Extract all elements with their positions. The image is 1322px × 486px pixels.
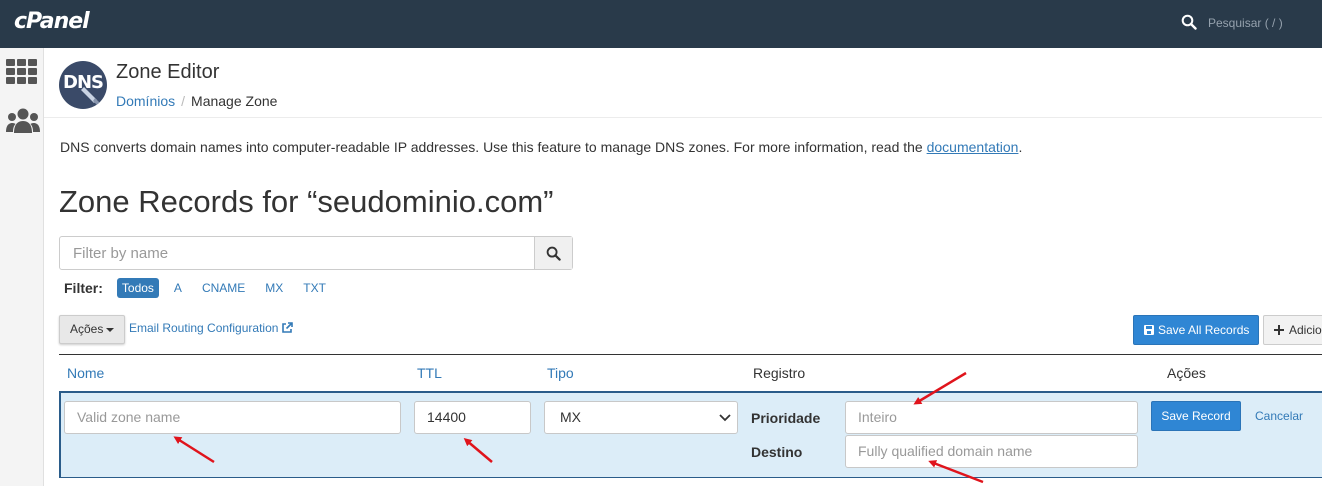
description-text: DNS converts domain names into computer-… xyxy=(60,139,927,155)
breadcrumb: Domínios / Manage Zone xyxy=(116,93,277,109)
cancel-link[interactable]: Cancelar xyxy=(1255,409,1303,423)
add-record-label: Adicionar xyxy=(1289,323,1322,337)
wrench-icon xyxy=(81,87,102,107)
email-routing-label: Email Routing Configuration xyxy=(129,321,279,335)
priority-label: Prioridade xyxy=(751,410,821,426)
save-all-records-label: Save All Records xyxy=(1158,323,1250,337)
search-icon[interactable] xyxy=(1181,14,1197,30)
record-name-input[interactable]: Valid zone name xyxy=(64,401,401,434)
actions-dropdown-button[interactable]: Ações xyxy=(59,315,125,344)
actions-dropdown-label: Ações xyxy=(70,322,104,336)
filter-by-name-input[interactable] xyxy=(60,237,535,269)
save-all-records-button[interactable]: Save All Records xyxy=(1133,315,1259,345)
grid-icon[interactable] xyxy=(6,59,37,85)
search-icon xyxy=(546,246,561,261)
documentation-link[interactable]: documentation xyxy=(927,139,1019,155)
chevron-down-icon xyxy=(719,414,731,422)
table-divider xyxy=(59,354,1322,355)
column-header-ttl[interactable]: TTL xyxy=(417,365,442,381)
destination-label: Destino xyxy=(751,444,803,460)
page-title: Zone Editor xyxy=(116,61,220,83)
zone-records-heading: Zone Records for “seudominio.com” xyxy=(59,184,554,219)
column-header-type[interactable]: Tipo xyxy=(547,365,574,381)
save-record-button[interactable]: Save Record xyxy=(1151,401,1241,431)
page-header: DNS Zone Editor Domínios / Manage Zone xyxy=(44,48,1322,118)
record-type-value: MX xyxy=(560,409,581,425)
column-header-name[interactable]: Nome xyxy=(67,365,104,381)
external-link-icon xyxy=(282,322,294,333)
add-record-button[interactable]: Adicionar xyxy=(1263,315,1322,345)
plus-icon xyxy=(1274,325,1284,335)
filter-type-row: Filter: Todos A CNAME MX TXT xyxy=(64,277,341,299)
breadcrumb-current: Manage Zone xyxy=(191,93,278,109)
cpanel-logo[interactable]: cPanel xyxy=(14,9,90,34)
column-header-record: Registro xyxy=(753,365,806,381)
filter-search-button[interactable] xyxy=(534,237,572,269)
breadcrumb-separator: / xyxy=(181,93,186,109)
filter-label: Filter: xyxy=(64,280,103,296)
record-type-select[interactable]: MX xyxy=(544,401,738,434)
filter-option-mx[interactable]: MX xyxy=(260,278,288,298)
dns-icon: DNS xyxy=(59,61,107,109)
email-routing-link[interactable]: Email Routing Configuration xyxy=(129,321,294,335)
filter-option-todos[interactable]: Todos xyxy=(116,278,159,298)
filter-search xyxy=(59,236,573,270)
column-header-actions: Ações xyxy=(1167,365,1206,381)
filter-option-a[interactable]: A xyxy=(169,278,187,298)
search-input[interactable]: Pesquisar ( / ) xyxy=(1208,16,1283,30)
breadcrumb-link-domains[interactable]: Domínios xyxy=(116,93,175,109)
caret-down-icon xyxy=(106,327,115,332)
top-bar: cPanel Pesquisar ( / ) xyxy=(0,0,1322,48)
save-icon xyxy=(1144,325,1154,335)
users-icon[interactable] xyxy=(6,108,40,134)
description-suffix: . xyxy=(1018,139,1023,155)
page-description: DNS converts domain names into computer-… xyxy=(60,139,1022,155)
sidebar xyxy=(0,48,44,486)
priority-input[interactable]: Inteiro xyxy=(845,401,1138,434)
filter-option-txt[interactable]: TXT xyxy=(298,278,331,298)
record-ttl-input[interactable]: 14400 xyxy=(414,401,531,434)
filter-option-cname[interactable]: CNAME xyxy=(197,278,250,298)
destination-input[interactable]: Fully qualified domain name xyxy=(845,435,1138,468)
